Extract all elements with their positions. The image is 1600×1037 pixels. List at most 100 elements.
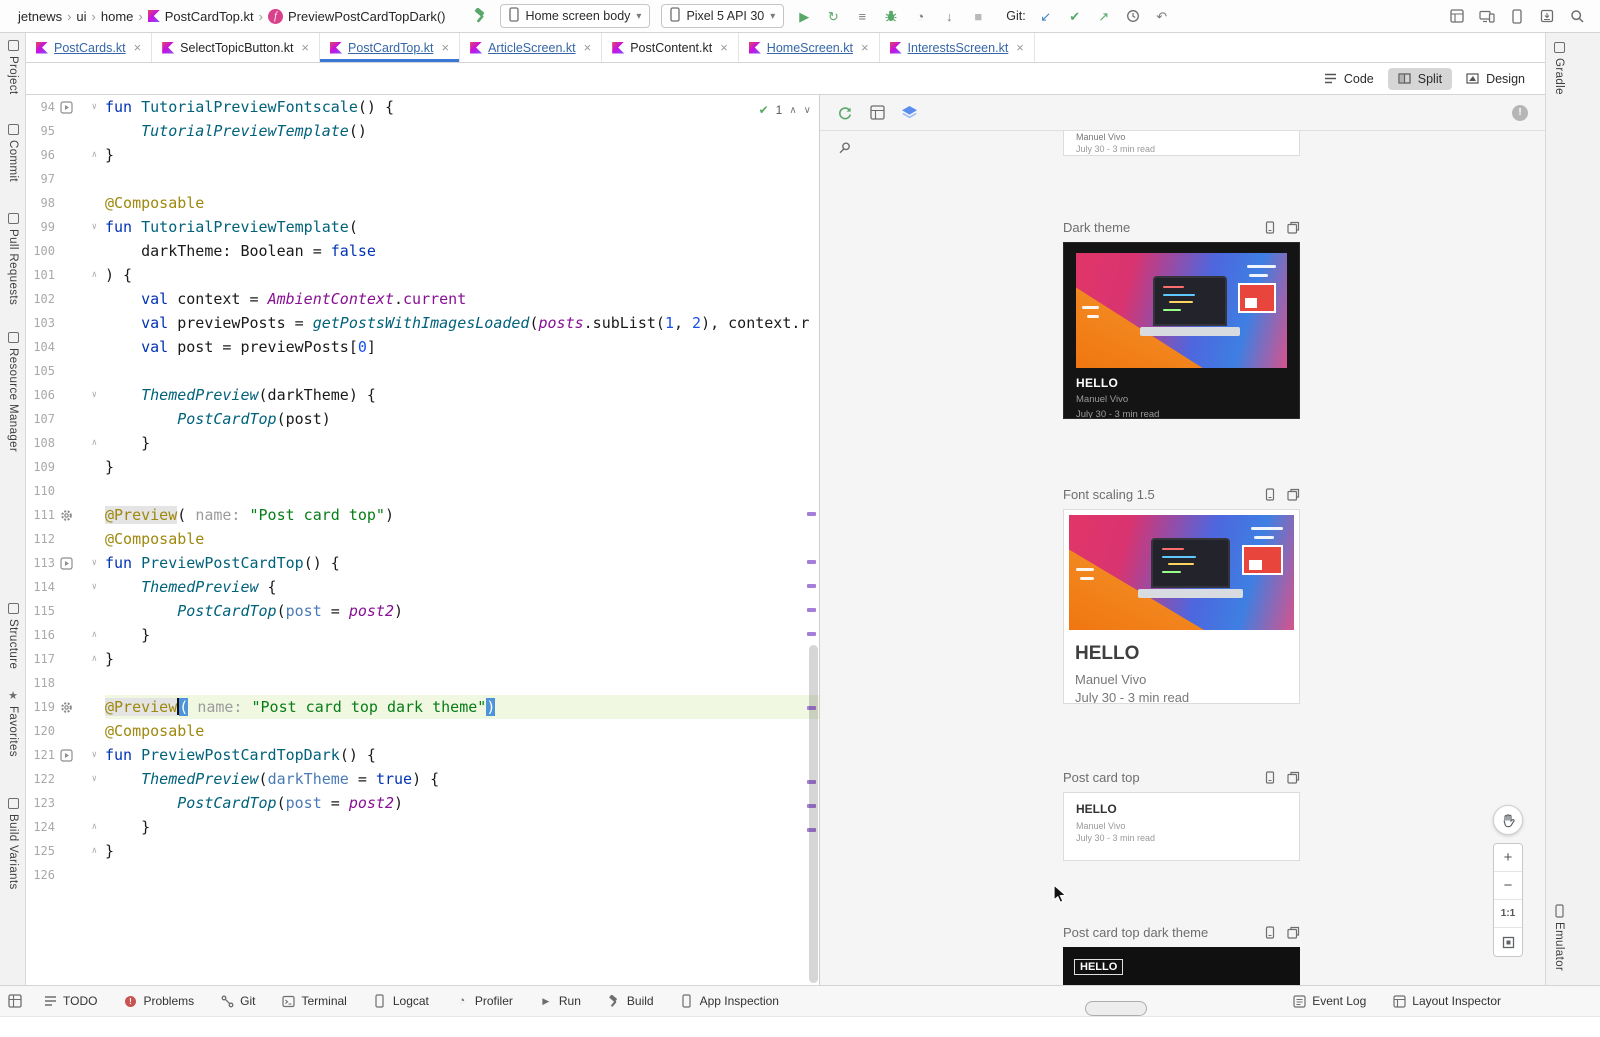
code-line[interactable]: 126 (26, 863, 819, 887)
preview-card[interactable]: HELLO (1063, 947, 1300, 985)
fold-marker[interactable]: ∨ (77, 95, 105, 119)
status-item-build[interactable]: Build (594, 986, 667, 1016)
run-preview-gutter-icon[interactable] (55, 95, 77, 119)
view-mode-split[interactable]: Split (1388, 68, 1452, 90)
line-number[interactable]: 102 (26, 287, 55, 311)
tool-window-switcher-icon[interactable] (0, 994, 30, 1008)
history-icon[interactable] (1124, 7, 1142, 25)
code-line[interactable]: 112@Composable (26, 527, 819, 551)
code-line[interactable]: 103 val previewPosts = getPostsWithImage… (26, 311, 819, 335)
code-line[interactable]: 119@Preview( name: "Post card top dark t… (26, 695, 819, 719)
code-line[interactable]: 95 TutorialPreviewTemplate() (26, 119, 819, 143)
editor-scrollbar[interactable] (809, 645, 818, 983)
status-item-eventlog[interactable]: Event Log (1279, 994, 1379, 1008)
code-line[interactable]: 99∨fun TutorialPreviewTemplate( (26, 215, 819, 239)
line-number[interactable]: 125 (26, 839, 55, 863)
attach-debugger-icon[interactable]: ↓ (940, 10, 958, 23)
line-number[interactable]: 114 (26, 575, 55, 599)
code-line[interactable]: 125∧} (26, 839, 819, 863)
close-icon[interactable]: × (861, 40, 869, 55)
breadcrumb-item[interactable]: home (101, 9, 134, 24)
device-select[interactable]: Pixel 5 API 30 ▾ (661, 4, 784, 28)
profiler-icon[interactable]: ◔ (911, 10, 929, 23)
rollback-icon[interactable]: ↶ (1153, 10, 1171, 23)
close-icon[interactable]: × (301, 40, 309, 55)
line-number[interactable]: 94 (26, 95, 55, 119)
tab-articlescreen-kt[interactable]: ArticleScreen.kt× (460, 33, 602, 62)
line-number[interactable]: 124 (26, 815, 55, 839)
code-line[interactable]: 121∨fun PreviewPostCardTopDark() { (26, 743, 819, 767)
device-manager-icon[interactable] (1478, 7, 1496, 25)
fold-marker[interactable]: ∨ (77, 551, 105, 575)
code-line[interactable]: 107 PostCardTop(post) (26, 407, 819, 431)
debug-icon[interactable] (882, 7, 900, 25)
build-hammer-icon[interactable] (471, 7, 489, 25)
sidebar-item-emulator[interactable]: Emulator (1553, 905, 1566, 971)
status-item-layoutinspector[interactable]: Layout Inspector (1379, 994, 1514, 1008)
fold-marker[interactable]: ∨ (77, 743, 105, 767)
sdk-manager-icon[interactable] (1538, 7, 1556, 25)
line-number[interactable]: 106 (26, 383, 55, 407)
interactive-preview-icon[interactable] (1263, 770, 1277, 784)
code-line[interactable]: 114∨ ThemedPreview { (26, 575, 819, 599)
inspections-widget[interactable]: ✔ 1 ∧ ∨ (759, 103, 811, 117)
close-icon[interactable]: × (1016, 40, 1024, 55)
breadcrumb-item[interactable]: PostCardTop.kt (148, 9, 254, 24)
preview-card[interactable]: HELLOManuel VivoJuly 30 - 3 min read (1063, 792, 1300, 861)
run-icon[interactable]: ▶ (795, 10, 813, 23)
line-number[interactable]: 113 (26, 551, 55, 575)
floating-button[interactable] (1085, 1001, 1147, 1016)
sidebar-item-project[interactable]: Project (7, 39, 20, 95)
status-item-problems[interactable]: !Problems (110, 986, 207, 1016)
git-update-icon[interactable]: ↙ (1037, 10, 1055, 23)
zoom-actual-button[interactable]: 1:1 (1494, 900, 1522, 928)
code-line[interactable]: 104 val post = previewPosts[0] (26, 335, 819, 359)
code-line[interactable]: 118 (26, 671, 819, 695)
fold-marker[interactable]: ∧ (77, 623, 105, 647)
view-mode-design[interactable]: Design (1456, 68, 1535, 90)
build-refresh-icon[interactable] (836, 104, 854, 122)
apply-changes-icon[interactable]: ↻ (824, 10, 842, 23)
git-commit-icon[interactable]: ✔ (1066, 10, 1084, 23)
line-number[interactable]: 109 (26, 455, 55, 479)
code-line[interactable]: 111@Preview( name: "Post card top") (26, 503, 819, 527)
prev-problem-icon[interactable]: ∧ (789, 105, 796, 116)
fold-marker[interactable]: ∨ (77, 767, 105, 791)
breadcrumb-item[interactable]: jetnews (18, 9, 62, 24)
line-number[interactable]: 104 (26, 335, 55, 359)
code-line[interactable]: 106∨ ThemedPreview(darkTheme) { (26, 383, 819, 407)
line-number[interactable]: 121 (26, 743, 55, 767)
code-line[interactable]: 96∧} (26, 143, 819, 167)
preview-card[interactable]: HELLOManuel VivoJuly 30 - 3 min read (1063, 509, 1300, 704)
line-number[interactable]: 119 (26, 695, 55, 719)
run-preview-gutter-icon[interactable] (55, 743, 77, 767)
zoom-fit-button[interactable] (1494, 928, 1522, 956)
breadcrumb-item[interactable]: fPreviewPostCardTopDark() (268, 9, 446, 24)
line-number[interactable]: 118 (26, 671, 55, 695)
fold-marker[interactable]: ∧ (77, 839, 105, 863)
git-push-icon[interactable]: ↗ (1095, 10, 1113, 23)
tab-homescreen-kt[interactable]: HomeScreen.kt× (739, 33, 880, 62)
line-number[interactable]: 100 (26, 239, 55, 263)
code-line[interactable]: 120@Composable (26, 719, 819, 743)
code-line[interactable]: 108∧ } (26, 431, 819, 455)
line-number[interactable]: 99 (26, 215, 55, 239)
fold-marker[interactable]: ∧ (77, 647, 105, 671)
line-number[interactable]: 97 (26, 167, 55, 191)
fold-marker[interactable]: ∧ (77, 815, 105, 839)
sidebar-item-favorites[interactable]: ★Favorites (7, 689, 20, 757)
deploy-preview-icon[interactable] (1286, 487, 1300, 501)
fold-marker[interactable]: ∧ (77, 263, 105, 287)
line-number[interactable]: 126 (26, 863, 55, 887)
pan-hand-button[interactable] (1493, 805, 1523, 835)
status-item-profiler[interactable]: ◔Profiler (442, 986, 526, 1016)
close-icon[interactable]: × (134, 40, 142, 55)
status-item-todo[interactable]: TODO (30, 986, 110, 1016)
code-line[interactable]: 117∧} (26, 647, 819, 671)
run-config-select[interactable]: Home screen body ▾ (500, 4, 650, 28)
fold-marker[interactable]: ∧ (77, 431, 105, 455)
code-line[interactable]: 98@Composable (26, 191, 819, 215)
line-number[interactable]: 122 (26, 767, 55, 791)
code-line[interactable]: 105 (26, 359, 819, 383)
fold-marker[interactable]: ∧ (77, 143, 105, 167)
